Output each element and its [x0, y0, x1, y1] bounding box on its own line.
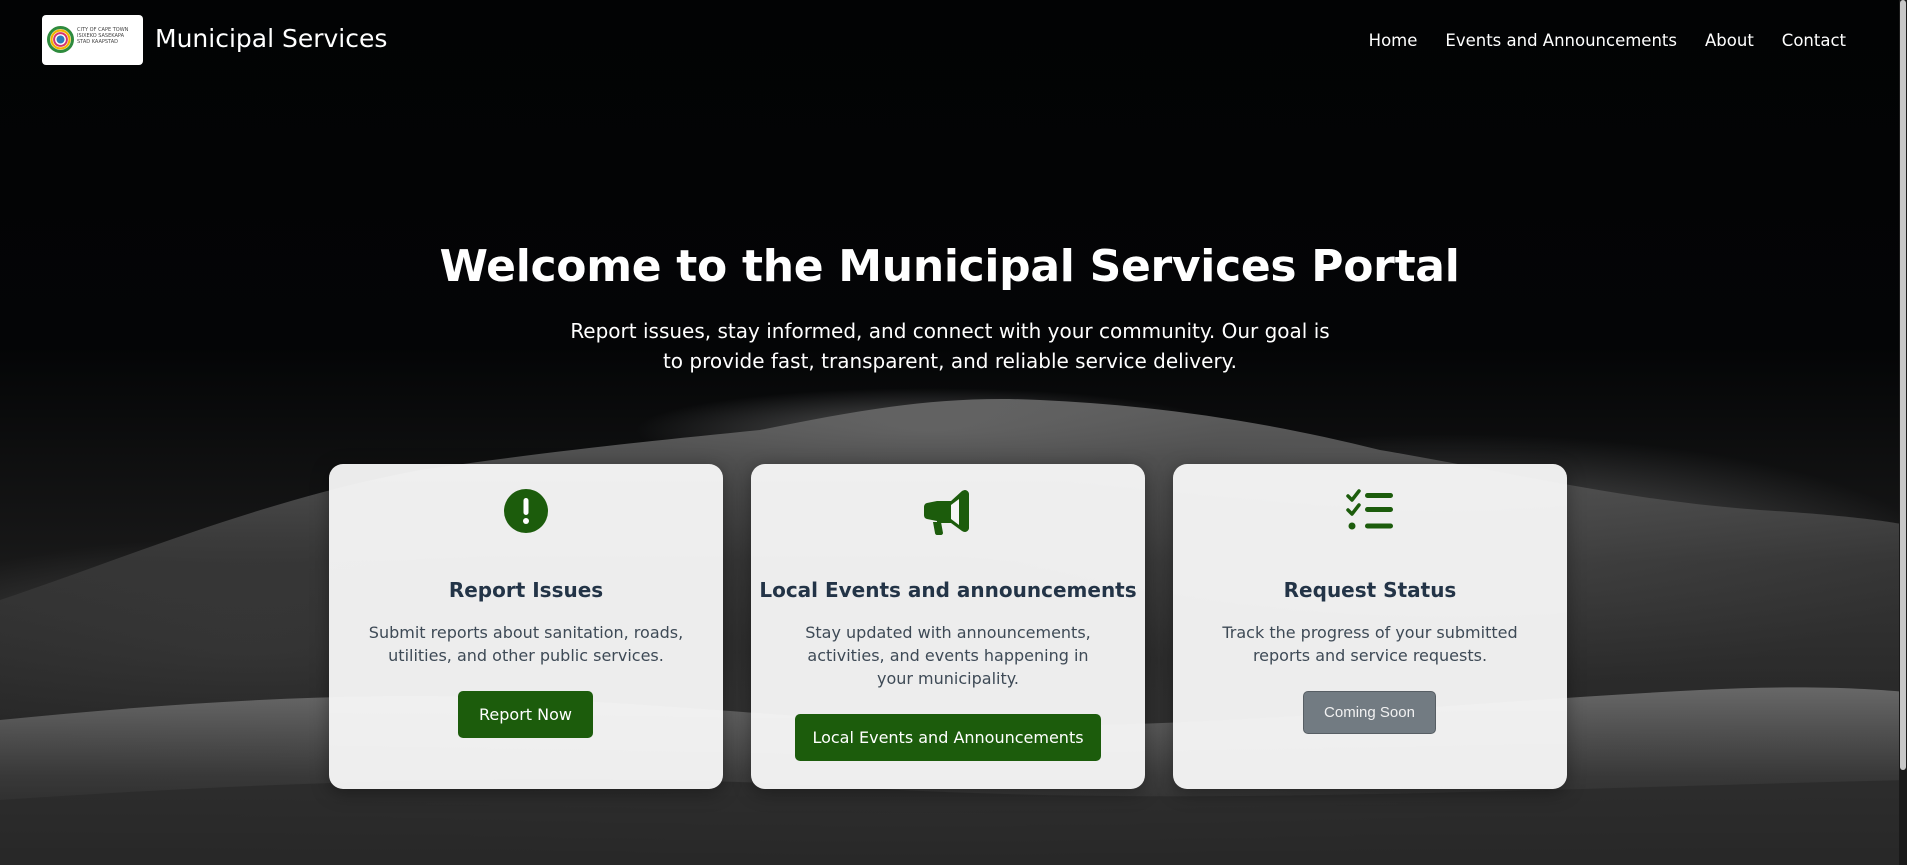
logo-text-line: STAD KAAPSTAD — [77, 39, 118, 45]
page-scrollbar[interactable] — [1899, 0, 1907, 865]
coming-soon-button[interactable]: Coming Soon — [1303, 691, 1436, 734]
card-description: Submit reports about sanitation, roads, … — [368, 623, 684, 665]
nav-contact[interactable]: Contact — [1782, 31, 1846, 50]
card-title: Request Status — [1283, 578, 1457, 602]
card-icon-wrapper — [329, 488, 723, 538]
site-title[interactable]: Municipal Services — [155, 24, 387, 53]
megaphone-icon — [924, 490, 969, 535]
card-title: Report Issues — [448, 578, 604, 602]
card-title: Local Events and announcements — [759, 578, 1137, 602]
logo-text: CITY OF CAPE TOWN ISIXEKO SASEKAPA STAD … — [77, 27, 128, 45]
scrollbar-thumb[interactable] — [1900, 0, 1906, 770]
card-description: Stay updated with announcements, activit… — [805, 623, 1091, 688]
local-events-card: Local Events and announcements Stay upda… — [751, 464, 1145, 789]
exclamation-circle-icon — [504, 489, 548, 533]
checklist-icon — [1346, 489, 1393, 530]
card-icon-wrapper — [1173, 488, 1567, 538]
nav-events-and-announcements[interactable]: Events and Announcements — [1445, 31, 1677, 50]
site-header: CITY OF CAPE TOWN ISIXEKO SASEKAPA STAD … — [0, 0, 1899, 84]
city-logo[interactable]: CITY OF CAPE TOWN ISIXEKO SASEKAPA STAD … — [42, 15, 143, 65]
hero-subtitle: Report issues, stay informed, and connec… — [570, 319, 1330, 373]
nav-home[interactable]: Home — [1369, 31, 1418, 50]
main-nav: Home Events and Announcements About Cont… — [1369, 31, 1846, 50]
city-emblem-icon — [47, 26, 74, 53]
request-status-card: Request Status Track the progress of you… — [1173, 464, 1567, 789]
page: CITY OF CAPE TOWN ISIXEKO SASEKAPA STAD … — [0, 0, 1907, 865]
nav-about[interactable]: About — [1705, 31, 1754, 50]
card-icon-wrapper — [751, 488, 1145, 538]
report-issues-card: Report Issues Submit reports about sanit… — [329, 464, 723, 789]
hero-title: Welcome to the Municipal Services Portal — [439, 241, 1460, 292]
card-description: Track the progress of your submitted rep… — [1222, 623, 1518, 665]
local-events-button[interactable]: Local Events and Announcements — [795, 714, 1101, 761]
report-now-button[interactable]: Report Now — [458, 691, 593, 738]
